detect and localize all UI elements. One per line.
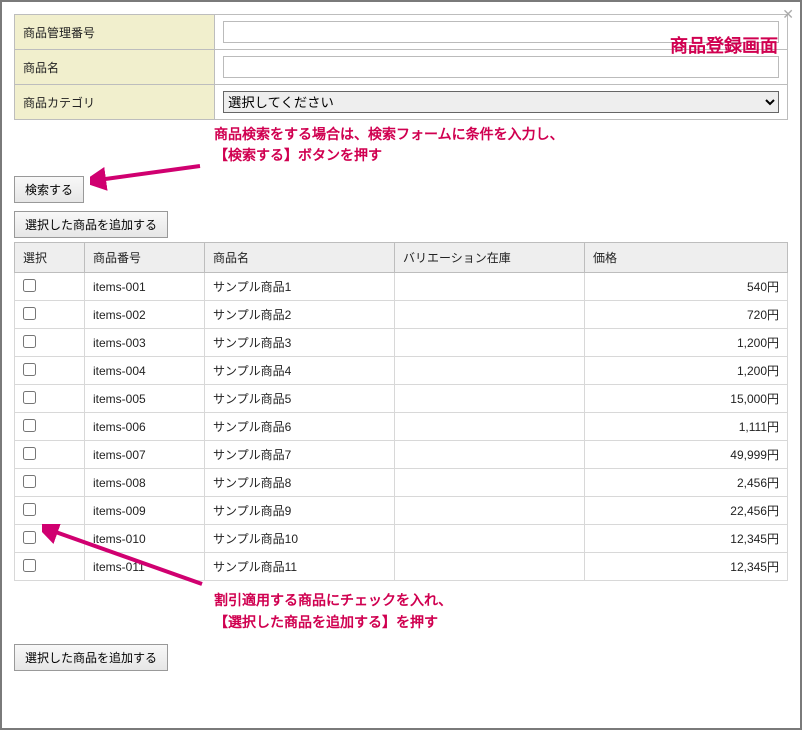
- cell-price: 49,999円: [585, 441, 788, 469]
- cell-name: サンプル商品11: [205, 553, 395, 581]
- search-form: 商品管理番号 商品名 商品カテゴリ 選択してください: [14, 14, 788, 120]
- table-row: items-005サンプル商品5 15,000円: [15, 385, 788, 413]
- cell-number: items-001: [85, 273, 205, 301]
- page-title: 商品登録画面: [670, 32, 778, 58]
- search-instruction: 商品検索をする場合は、検索フォームに条件を入力し、 【検索する】ボタンを押す: [214, 124, 788, 166]
- row-checkbox[interactable]: [23, 335, 36, 348]
- cell-name: サンプル商品9: [205, 497, 395, 525]
- table-row: items-009サンプル商品9 22,456円: [15, 497, 788, 525]
- cell-number: items-002: [85, 301, 205, 329]
- close-icon[interactable]: ✕: [782, 6, 794, 23]
- cell-name: サンプル商品8: [205, 469, 395, 497]
- cell-number: items-009: [85, 497, 205, 525]
- cell-price: 540円: [585, 273, 788, 301]
- table-row: items-002サンプル商品2 720円: [15, 301, 788, 329]
- cell-variation: [395, 273, 585, 301]
- cell-number: items-006: [85, 413, 205, 441]
- cell-number: items-011: [85, 553, 205, 581]
- row-checkbox[interactable]: [23, 559, 36, 572]
- table-row: items-006サンプル商品6 1,111円: [15, 413, 788, 441]
- cell-number: items-003: [85, 329, 205, 357]
- cell-name: サンプル商品6: [205, 413, 395, 441]
- cell-name: サンプル商品10: [205, 525, 395, 553]
- table-row: items-001サンプル商品1 540円: [15, 273, 788, 301]
- cell-variation: [395, 385, 585, 413]
- cell-name: サンプル商品1: [205, 273, 395, 301]
- cell-name: サンプル商品2: [205, 301, 395, 329]
- cell-name: サンプル商品4: [205, 357, 395, 385]
- form-label: 商品名: [15, 50, 215, 85]
- cell-variation: [395, 497, 585, 525]
- cell-variation: [395, 357, 585, 385]
- cell-variation: [395, 329, 585, 357]
- arrow-icon: [90, 164, 210, 194]
- row-checkbox[interactable]: [23, 279, 36, 292]
- cell-number: items-005: [85, 385, 205, 413]
- cell-price: 22,456円: [585, 497, 788, 525]
- cell-variation: [395, 441, 585, 469]
- row-checkbox[interactable]: [23, 391, 36, 404]
- product-table: 選択 商品番号 商品名 バリエーション在庫 価格 items-001サンプル商品…: [14, 242, 788, 581]
- row-checkbox[interactable]: [23, 503, 36, 516]
- col-name: 商品名: [205, 243, 395, 273]
- cell-price: 1,111円: [585, 413, 788, 441]
- cell-variation: [395, 553, 585, 581]
- cell-name: サンプル商品3: [205, 329, 395, 357]
- cell-price: 12,345円: [585, 525, 788, 553]
- cell-variation: [395, 525, 585, 553]
- add-selected-button-top[interactable]: 選択した商品を追加する: [14, 211, 168, 238]
- cell-name: サンプル商品7: [205, 441, 395, 469]
- modal-frame: ✕ 商品登録画面 商品管理番号 商品名 商品カテゴリ 選択してください: [0, 0, 802, 730]
- cell-price: 15,000円: [585, 385, 788, 413]
- row-checkbox[interactable]: [23, 419, 36, 432]
- form-label: 商品カテゴリ: [15, 85, 215, 120]
- row-checkbox[interactable]: [23, 475, 36, 488]
- cell-variation: [395, 469, 585, 497]
- cell-number: items-007: [85, 441, 205, 469]
- cell-variation: [395, 413, 585, 441]
- form-label: 商品管理番号: [15, 15, 215, 50]
- row-checkbox[interactable]: [23, 307, 36, 320]
- cell-variation: [395, 301, 585, 329]
- row-checkbox[interactable]: [23, 531, 36, 544]
- product-category-select[interactable]: 選択してください: [223, 91, 779, 113]
- table-row: items-008サンプル商品8 2,456円: [15, 469, 788, 497]
- cell-number: items-004: [85, 357, 205, 385]
- table-row: items-010サンプル商品10 12,345円: [15, 525, 788, 553]
- table-row: items-004サンプル商品4 1,200円: [15, 357, 788, 385]
- cell-number: items-010: [85, 525, 205, 553]
- product-name-input[interactable]: [223, 56, 779, 78]
- col-variation: バリエーション在庫: [395, 243, 585, 273]
- row-checkbox[interactable]: [23, 447, 36, 460]
- cell-price: 1,200円: [585, 357, 788, 385]
- table-row: items-011サンプル商品11 12,345円: [15, 553, 788, 581]
- table-row: items-003サンプル商品3 1,200円: [15, 329, 788, 357]
- select-instruction: 割引適用する商品にチェックを入れ、 【選択した商品を追加する】を押す: [214, 589, 788, 634]
- cell-price: 1,200円: [585, 329, 788, 357]
- row-checkbox[interactable]: [23, 363, 36, 376]
- col-select: 選択: [15, 243, 85, 273]
- cell-number: items-008: [85, 469, 205, 497]
- col-price: 価格: [585, 243, 788, 273]
- cell-name: サンプル商品5: [205, 385, 395, 413]
- col-number: 商品番号: [85, 243, 205, 273]
- search-button[interactable]: 検索する: [14, 176, 84, 203]
- cell-price: 12,345円: [585, 553, 788, 581]
- add-selected-button-bottom[interactable]: 選択した商品を追加する: [14, 644, 168, 671]
- cell-price: 720円: [585, 301, 788, 329]
- table-row: items-007サンプル商品7 49,999円: [15, 441, 788, 469]
- cell-price: 2,456円: [585, 469, 788, 497]
